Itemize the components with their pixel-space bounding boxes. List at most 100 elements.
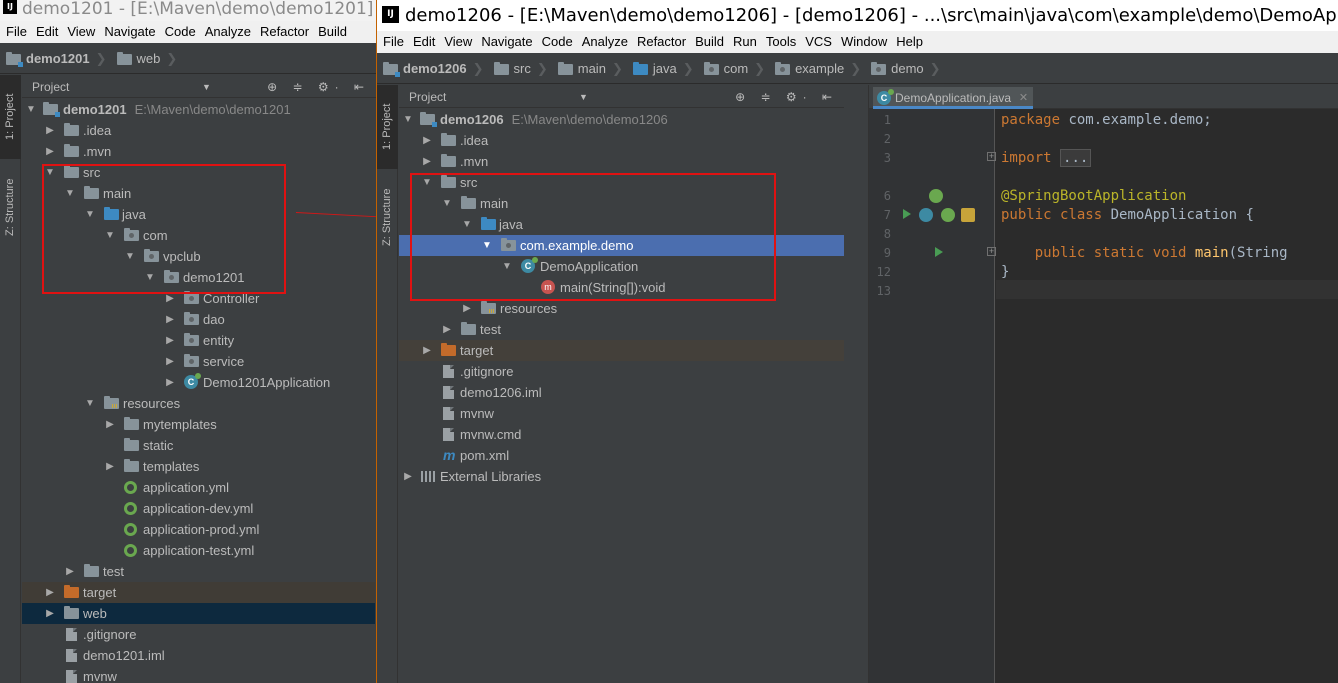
tree-row[interactable]: mvnw (399, 403, 844, 424)
spring-class-icon[interactable] (919, 208, 933, 222)
tree-row[interactable]: ▶ dao (22, 309, 375, 330)
breadcrumb-item[interactable]: web ❯ (111, 44, 182, 73)
tree-row[interactable]: ▶ C Demo1201Application (22, 372, 375, 393)
window-title-bar[interactable]: IJ demo1206 - [E:\Maven\demo\demo1206] - … (377, 0, 1338, 31)
tree-row[interactable]: m pom.xml (399, 445, 844, 466)
tab-structure[interactable]: Z: Structure (0, 163, 21, 251)
tree-row[interactable]: ▶ web (22, 603, 375, 624)
menu-tools[interactable]: Tools (763, 31, 799, 53)
tree-row[interactable]: ▼ C DemoApplication (399, 256, 844, 277)
tree-row[interactable]: ▶ test (22, 561, 375, 582)
tree-row[interactable]: ▶ resources (399, 298, 844, 319)
project-view-selector[interactable]: Project (409, 86, 446, 108)
menu-refactor[interactable]: Refactor (257, 21, 312, 43)
tree-row[interactable]: ▶ .idea (399, 130, 844, 151)
tab-project[interactable]: 1: Project (377, 85, 398, 169)
project-view-selector[interactable]: Project (32, 76, 69, 98)
breadcrumb-item[interactable]: example ❯ (769, 54, 865, 83)
menu-file[interactable]: File (380, 31, 407, 53)
tab-project[interactable]: 1: Project (0, 75, 21, 159)
tree-row[interactable]: ▶ .idea (22, 120, 375, 141)
tree-row[interactable]: demo1201.iml (22, 645, 375, 666)
spring-context-icon[interactable] (961, 208, 975, 222)
tree-row[interactable]: ▼ vpclub (22, 246, 375, 267)
run-icon[interactable] (935, 247, 943, 257)
tree-row[interactable]: mvnw.cmd (399, 424, 844, 445)
tree-row[interactable]: static (22, 435, 375, 456)
menu-vcs[interactable]: VCS (802, 31, 835, 53)
breadcrumb-item[interactable]: demo1206 ❯ (377, 54, 488, 83)
fold-icon[interactable]: + (987, 247, 996, 256)
tree-row[interactable]: ▶ mytemplates (22, 414, 375, 435)
breadcrumb-item[interactable]: src ❯ (488, 54, 552, 83)
menu-navigate[interactable]: Navigate (478, 31, 535, 53)
spring-bean-icon[interactable] (929, 189, 943, 203)
tree-row[interactable]: demo1206.iml (399, 382, 844, 403)
tree-row[interactable]: ▼ com (22, 225, 375, 246)
tree-row[interactable]: .gitignore (22, 624, 375, 645)
tree-row[interactable]: .gitignore (399, 361, 844, 382)
menu-help[interactable]: Help (893, 31, 926, 53)
breadcrumb-item[interactable]: main ❯ (552, 54, 627, 83)
tree-row[interactable]: ▼ java (22, 204, 375, 225)
menu-navigate[interactable]: Navigate (101, 21, 158, 43)
tab-structure[interactable]: Z: Structure (377, 173, 398, 261)
tree-row[interactable]: ▼ src (22, 162, 375, 183)
code-area[interactable]: package com.example.demo; import ... @Sp… (996, 109, 1338, 683)
tree-row[interactable]: ▼ demo1201 (22, 267, 375, 288)
close-icon[interactable]: ✕ (1019, 87, 1028, 109)
panel-tool-icons[interactable]: ⊕ ≑ ⚙· ⇤ (735, 86, 838, 108)
tree-row[interactable]: ▶ target (22, 582, 375, 603)
menu-build[interactable]: Build (692, 31, 727, 53)
breadcrumb-item[interactable]: demo ❯ (865, 54, 944, 83)
tree-row[interactable]: application-prod.yml (22, 519, 375, 540)
menu-code[interactable]: Code (162, 21, 199, 43)
menu-edit[interactable]: Edit (33, 21, 61, 43)
window-title-bar[interactable]: IJ demo1201 - [E:\Maven\demo\demo1201] - … (0, 0, 376, 21)
tree-row[interactable]: application-test.yml (22, 540, 375, 561)
tree-row[interactable]: application-dev.yml (22, 498, 375, 519)
menu-build[interactable]: Build (315, 21, 350, 43)
breadcrumb-item[interactable]: demo1201 ❯ (0, 44, 111, 73)
menu-edit[interactable]: Edit (410, 31, 438, 53)
tree-row[interactable]: ▶ entity (22, 330, 375, 351)
tree-row-selected[interactable]: ▼ com.example.demo (399, 235, 844, 256)
menu-view[interactable]: View (441, 31, 475, 53)
chevron-down-icon[interactable]: ▼ (202, 76, 211, 98)
menu-run[interactable]: Run (730, 31, 760, 53)
editor-tab[interactable]: C DemoApplication.java ✕ (873, 87, 1034, 109)
tree-row[interactable]: mvnw (22, 666, 375, 683)
menu-refactor[interactable]: Refactor (634, 31, 689, 53)
tree-row[interactable]: ▶ test (399, 319, 844, 340)
folded-imports[interactable]: ... (1060, 149, 1092, 167)
tree-row[interactable]: application.yml (22, 477, 375, 498)
chevron-down-icon[interactable]: ▼ (579, 86, 588, 108)
fold-icon[interactable]: + (987, 152, 996, 161)
tree-row[interactable]: ▶ Controller (22, 288, 375, 309)
tree-row[interactable]: ▶ .mvn (22, 141, 375, 162)
tree-row[interactable]: ▼ resources (22, 393, 375, 414)
tree-row[interactable]: ▶ templates (22, 456, 375, 477)
tree-row[interactable]: ▶ target (399, 340, 844, 361)
tree-row[interactable]: ▼ src (399, 172, 844, 193)
run-icon[interactable] (903, 209, 911, 219)
menu-window[interactable]: Window (838, 31, 890, 53)
tree-row[interactable]: ▼ main (399, 193, 844, 214)
tree-row[interactable]: ▶ service (22, 351, 375, 372)
breadcrumb-item[interactable]: com ❯ (698, 54, 769, 83)
tree-row[interactable]: ▼ demo1206 E:\Maven\demo\demo1206 (399, 109, 844, 130)
panel-tool-icons[interactable]: ⊕ ≑ ⚙· ⇤ (267, 76, 370, 98)
tree-row[interactable]: ▼ main (22, 183, 375, 204)
breadcrumb-item[interactable]: java ❯ (627, 54, 698, 83)
menu-analyze[interactable]: Analyze (579, 31, 631, 53)
menu-analyze[interactable]: Analyze (202, 21, 254, 43)
tree-row[interactable]: ▼ demo1201 E:\Maven\demo\demo1201 (22, 99, 375, 120)
tree-row[interactable]: ▶ .mvn (399, 151, 844, 172)
menu-code[interactable]: Code (539, 31, 576, 53)
spring-config-icon[interactable] (941, 208, 955, 222)
tree-row[interactable]: ▼ java (399, 214, 844, 235)
tree-row[interactable]: ▶ External Libraries (399, 466, 844, 487)
tree-row[interactable]: m main(String[]):void (399, 277, 844, 298)
menu-view[interactable]: View (64, 21, 98, 43)
menu-file[interactable]: File (3, 21, 30, 43)
